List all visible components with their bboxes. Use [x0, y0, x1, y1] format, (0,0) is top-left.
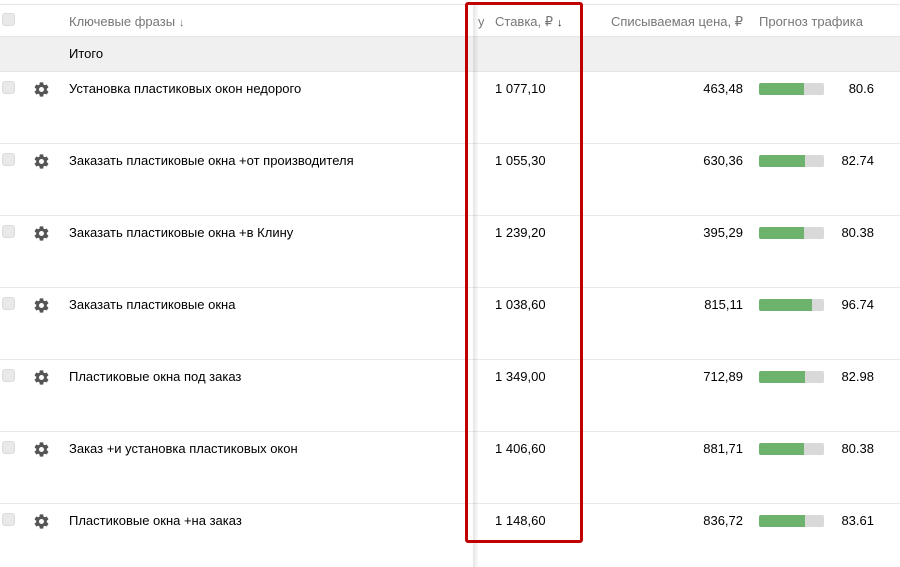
- traffic-forecast-bar: [759, 371, 824, 383]
- row-checkbox[interactable]: [2, 369, 15, 382]
- column-header-keywords[interactable]: Ключевые фразы ↓: [69, 14, 185, 29]
- keyword-phrase[interactable]: Заказать пластиковые окна: [69, 297, 235, 312]
- charged-price: 630,36: [703, 153, 743, 168]
- bid-value[interactable]: 1 349,00: [495, 369, 546, 384]
- charged-price: 395,29: [703, 225, 743, 240]
- charged-price: 815,11: [704, 297, 743, 312]
- row-checkbox[interactable]: [2, 225, 15, 238]
- traffic-forecast-value: 80.38: [841, 441, 874, 456]
- table-row: Заказ +и установка пластиковых окон 1 406…: [0, 432, 900, 504]
- bid-value[interactable]: 1 148,60: [495, 513, 546, 528]
- traffic-forecast-bar-fill: [759, 83, 804, 95]
- traffic-forecast-bar-fill: [759, 515, 806, 527]
- select-all-checkbox[interactable]: [2, 13, 15, 26]
- traffic-forecast-value: 80.6: [848, 81, 874, 96]
- column-header-bid[interactable]: Ставка, ₽ ↓: [495, 14, 563, 30]
- row-checkbox[interactable]: [2, 513, 15, 526]
- traffic-forecast-bar-fill: [759, 443, 804, 455]
- row-checkbox[interactable]: [2, 441, 15, 454]
- table-row: Заказать пластиковые окна +от производит…: [0, 144, 900, 216]
- bid-value[interactable]: 1 077,10: [495, 81, 546, 96]
- table-row: Заказать пластиковые окна +в Клину 1 239,…: [0, 216, 900, 288]
- column-header-price[interactable]: Списываемая цена, ₽: [611, 14, 743, 30]
- traffic-forecast-bar: [759, 83, 824, 95]
- bid-value[interactable]: 1 239,20: [495, 225, 546, 240]
- traffic-forecast-bar-fill: [759, 371, 806, 383]
- traffic-forecast-bar-fill: [759, 227, 804, 239]
- sort-arrow-icon[interactable]: ↓: [557, 17, 563, 29]
- total-row: Итого: [0, 36, 900, 72]
- traffic-forecast-bar: [759, 299, 824, 311]
- traffic-forecast-value: 83.61: [841, 513, 874, 528]
- column-divider-shadow: [473, 5, 478, 567]
- row-checkbox[interactable]: [2, 153, 15, 166]
- row-checkbox[interactable]: [2, 297, 15, 310]
- keyword-phrase[interactable]: Пластиковые окна под заказ: [69, 369, 241, 384]
- total-label: Итого: [69, 46, 104, 61]
- bid-value[interactable]: 1 038,60: [495, 297, 546, 312]
- row-checkbox[interactable]: [2, 81, 15, 94]
- table-row: Установка пластиковых окон недорого 1 077…: [0, 72, 900, 144]
- keyword-phrase[interactable]: Пластиковые окна +на заказ: [69, 513, 242, 528]
- charged-price: 712,89: [703, 369, 743, 384]
- traffic-forecast-value: 96.74: [841, 297, 874, 312]
- gear-icon[interactable]: [33, 513, 50, 530]
- traffic-forecast-value: 80.38: [841, 225, 874, 240]
- table-row: Пластиковые окна под заказ 1 349,00 712,89…: [0, 360, 900, 432]
- bid-value[interactable]: 1 406,60: [495, 441, 546, 456]
- gear-icon[interactable]: [33, 81, 50, 98]
- keyword-phrase[interactable]: Заказ +и установка пластиковых окон: [69, 441, 298, 456]
- charged-price: 463,48: [703, 81, 743, 96]
- keywords-table: Ключевые фразы ↓ у Ставка, ₽ ↓ Списываемая…: [0, 0, 900, 567]
- traffic-forecast-bar: [759, 443, 824, 455]
- column-header-forecast[interactable]: Прогноз трафика: [759, 14, 863, 29]
- traffic-forecast-bar: [759, 155, 824, 167]
- table-row: Пластиковые окна +на заказ 1 148,60 836,72…: [0, 504, 900, 567]
- sort-arrow-icon[interactable]: ↓: [179, 17, 185, 29]
- table-row: Заказать пластиковые окна 1 038,60 815,11 9…: [0, 288, 900, 360]
- bid-value[interactable]: 1 055,30: [495, 153, 546, 168]
- gear-icon[interactable]: [33, 153, 50, 170]
- traffic-forecast-value: 82.74: [841, 153, 874, 168]
- charged-price: 881,71: [703, 441, 743, 456]
- gear-icon[interactable]: [33, 369, 50, 386]
- keyword-phrase[interactable]: Заказать пластиковые окна +в Клину: [69, 225, 293, 240]
- table-header: Ключевые фразы ↓ у Ставка, ₽ ↓ Списываемая…: [0, 5, 900, 37]
- charged-price: 836,72: [703, 513, 743, 528]
- traffic-forecast-value: 82.98: [841, 369, 874, 384]
- keyword-phrase[interactable]: Установка пластиковых окон недорого: [69, 81, 301, 96]
- traffic-forecast-bar: [759, 515, 824, 527]
- traffic-forecast-bar-fill: [759, 299, 813, 311]
- column-header-clipped: у: [478, 14, 484, 29]
- traffic-forecast-bar: [759, 227, 824, 239]
- gear-icon[interactable]: [33, 297, 50, 314]
- gear-icon[interactable]: [33, 441, 50, 458]
- traffic-forecast-bar-fill: [759, 155, 806, 167]
- keyword-phrase[interactable]: Заказать пластиковые окна +от производит…: [69, 153, 354, 168]
- gear-icon[interactable]: [33, 225, 50, 242]
